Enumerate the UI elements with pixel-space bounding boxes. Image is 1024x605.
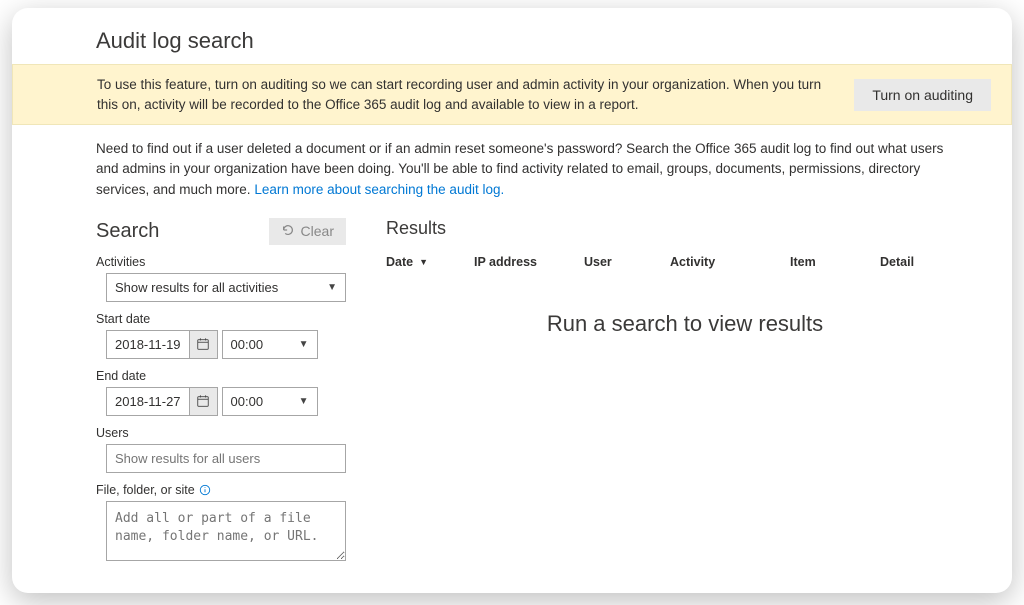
caret-down-icon: ▼ <box>299 396 309 407</box>
start-date-field[interactable]: 2018-11-19 <box>106 330 218 359</box>
file-label: File, folder, or site <box>96 483 346 497</box>
column-item[interactable]: Item <box>790 255 880 269</box>
column-user[interactable]: User <box>584 255 670 269</box>
undo-icon <box>281 223 295 240</box>
column-activity[interactable]: Activity <box>670 255 790 269</box>
clear-button[interactable]: Clear <box>269 218 346 245</box>
search-panel: Search Clear Activities Show results for… <box>96 218 346 564</box>
results-heading: Results <box>386 218 984 239</box>
end-date-calendar-button[interactable] <box>189 388 217 415</box>
results-empty-text: Run a search to view results <box>386 311 984 337</box>
clear-label: Clear <box>301 223 334 239</box>
activities-dropdown[interactable]: Show results for all activities ▼ <box>106 273 346 302</box>
calendar-icon <box>196 394 210 408</box>
page-title: Audit log search <box>96 28 984 54</box>
start-date-row: 2018-11-19 00:00 ▼ <box>106 330 346 359</box>
column-date[interactable]: Date ▼ <box>386 255 474 269</box>
results-body[interactable]: Run a search to view results <box>386 277 984 557</box>
file-input[interactable] <box>106 501 346 561</box>
intro-text: Need to find out if a user deleted a doc… <box>96 139 956 200</box>
activities-label: Activities <box>96 255 346 269</box>
users-label: Users <box>96 426 346 440</box>
start-date-value: 2018-11-19 <box>107 331 189 358</box>
column-detail[interactable]: Detail <box>880 255 984 269</box>
end-date-value: 2018-11-27 <box>107 388 189 415</box>
activities-value: Show results for all activities <box>115 280 278 295</box>
start-date-label: Start date <box>96 312 346 326</box>
info-icon[interactable] <box>199 484 211 496</box>
results-panel: Results Date ▼ IP address User Activity … <box>386 218 984 564</box>
start-time-dropdown[interactable]: 00:00 ▼ <box>222 330 318 359</box>
end-date-label: End date <box>96 369 346 383</box>
column-date-label: Date <box>386 255 413 269</box>
auditing-banner: To use this feature, turn on auditing so… <box>12 64 1012 125</box>
end-time-value: 00:00 <box>231 394 264 409</box>
search-header: Search Clear <box>96 218 346 245</box>
learn-more-link[interactable]: Learn more about searching the audit log… <box>254 182 504 197</box>
end-date-row: 2018-11-27 00:00 ▼ <box>106 387 346 416</box>
start-date-calendar-button[interactable] <box>189 331 217 358</box>
start-time-value: 00:00 <box>231 337 264 352</box>
end-time-dropdown[interactable]: 00:00 ▼ <box>222 387 318 416</box>
caret-down-icon: ▼ <box>299 339 309 350</box>
search-heading: Search <box>96 220 159 243</box>
turn-on-auditing-button[interactable]: Turn on auditing <box>854 79 991 111</box>
column-ip[interactable]: IP address <box>474 255 584 269</box>
banner-text: To use this feature, turn on auditing so… <box>97 75 834 114</box>
page-card: Audit log search To use this feature, tu… <box>12 8 1012 593</box>
calendar-icon <box>196 337 210 351</box>
results-header-row: Date ▼ IP address User Activity Item Det… <box>386 249 984 277</box>
users-input[interactable] <box>106 444 346 473</box>
main-row: Search Clear Activities Show results for… <box>96 218 984 564</box>
caret-down-icon: ▼ <box>327 282 337 293</box>
intro-body: Need to find out if a user deleted a doc… <box>96 141 943 197</box>
sort-desc-icon: ▼ <box>419 257 428 267</box>
end-date-field[interactable]: 2018-11-27 <box>106 387 218 416</box>
file-label-text: File, folder, or site <box>96 483 195 497</box>
